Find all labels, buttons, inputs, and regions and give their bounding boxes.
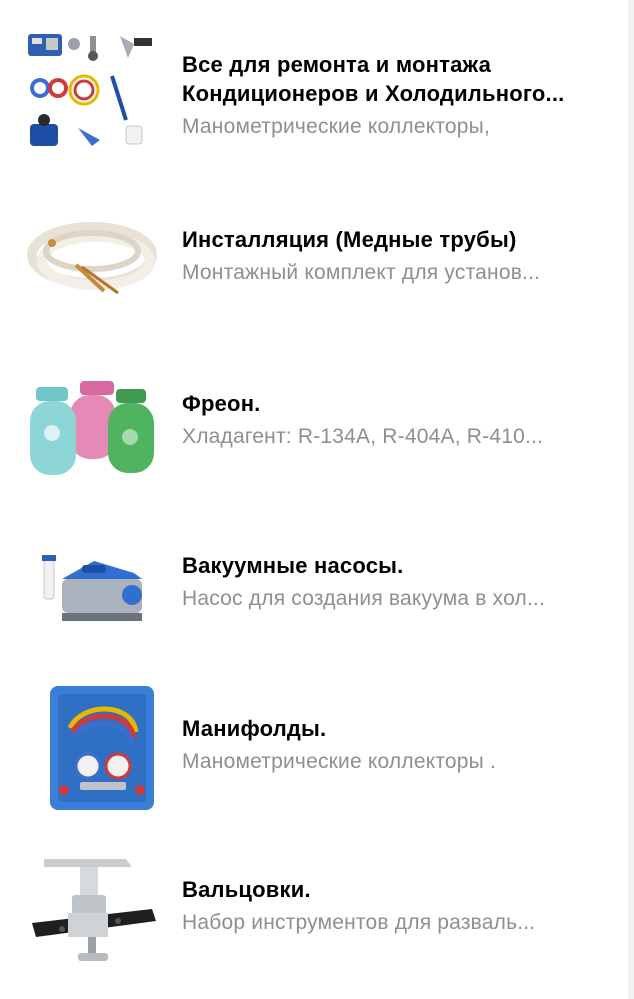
item-title: Инсталляция (Медные трубы) xyxy=(182,227,517,252)
scroll-edge xyxy=(628,0,634,999)
item-subtitle: Манометрические коллекторы . xyxy=(182,750,497,773)
item-title: Манифолды. xyxy=(182,716,327,741)
item-text: Манифолды. Манометрические коллекторы . xyxy=(182,714,608,777)
item-text: Вальцовки. Набор инструментов для развал… xyxy=(182,875,608,938)
item-subtitle: Набор инструментов для разваль... xyxy=(182,911,536,934)
item-text: Инсталляция (Медные трубы) Монтажный ком… xyxy=(182,225,608,288)
list-item-manifolds[interactable]: Манифолды. Манометрические коллекторы . xyxy=(0,680,628,830)
item-text: Фреон. Хладагент: R-134A, R-404A, R-410.… xyxy=(182,389,608,452)
list-item-tools[interactable]: Все для ремонта и монтажа Кондиционеров … xyxy=(0,20,628,170)
copper-pipes-icon xyxy=(22,195,162,325)
list-item-vacuum-pumps[interactable]: Вакуумные насосы. Насос для создания вак… xyxy=(0,525,628,675)
item-subtitle: Хладагент: R-134A, R-404A, R-410... xyxy=(182,425,544,448)
item-text: Все для ремонта и монтажа Кондиционеров … xyxy=(182,50,608,142)
refrigerant-cylinders-icon xyxy=(22,367,162,497)
list-item-installation[interactable]: Инсталляция (Медные трубы) Монтажный ком… xyxy=(0,185,628,335)
item-title: Вакуумные насосы. xyxy=(182,553,404,578)
vacuum-pump-icon xyxy=(22,535,162,665)
manifold-kit-icon xyxy=(22,682,162,812)
item-title: Вальцовки. xyxy=(182,877,311,902)
item-title-line1: Все для ремонта и монтажа xyxy=(182,52,492,77)
flaring-tool-icon xyxy=(22,849,162,979)
item-subtitle: Монтажный комплект для установ... xyxy=(182,261,541,284)
category-list: Все для ремонта и монтажа Кондиционеров … xyxy=(0,0,634,999)
item-title-line2: Кондиционеров и Холодильного... xyxy=(182,81,565,106)
item-subtitle: Насос для создания вакуума в хол... xyxy=(182,587,546,610)
item-title: Фреон. xyxy=(182,391,261,416)
item-subtitle: Манометрические коллекторы, xyxy=(182,115,491,138)
item-text: Вакуумные насосы. Насос для создания вак… xyxy=(182,551,608,614)
list-item-flaring[interactable]: Вальцовки. Набор инструментов для развал… xyxy=(0,845,628,995)
hvac-tools-set-icon xyxy=(22,28,162,158)
list-item-freon[interactable]: Фреон. Хладагент: R-134A, R-404A, R-410.… xyxy=(0,355,628,505)
